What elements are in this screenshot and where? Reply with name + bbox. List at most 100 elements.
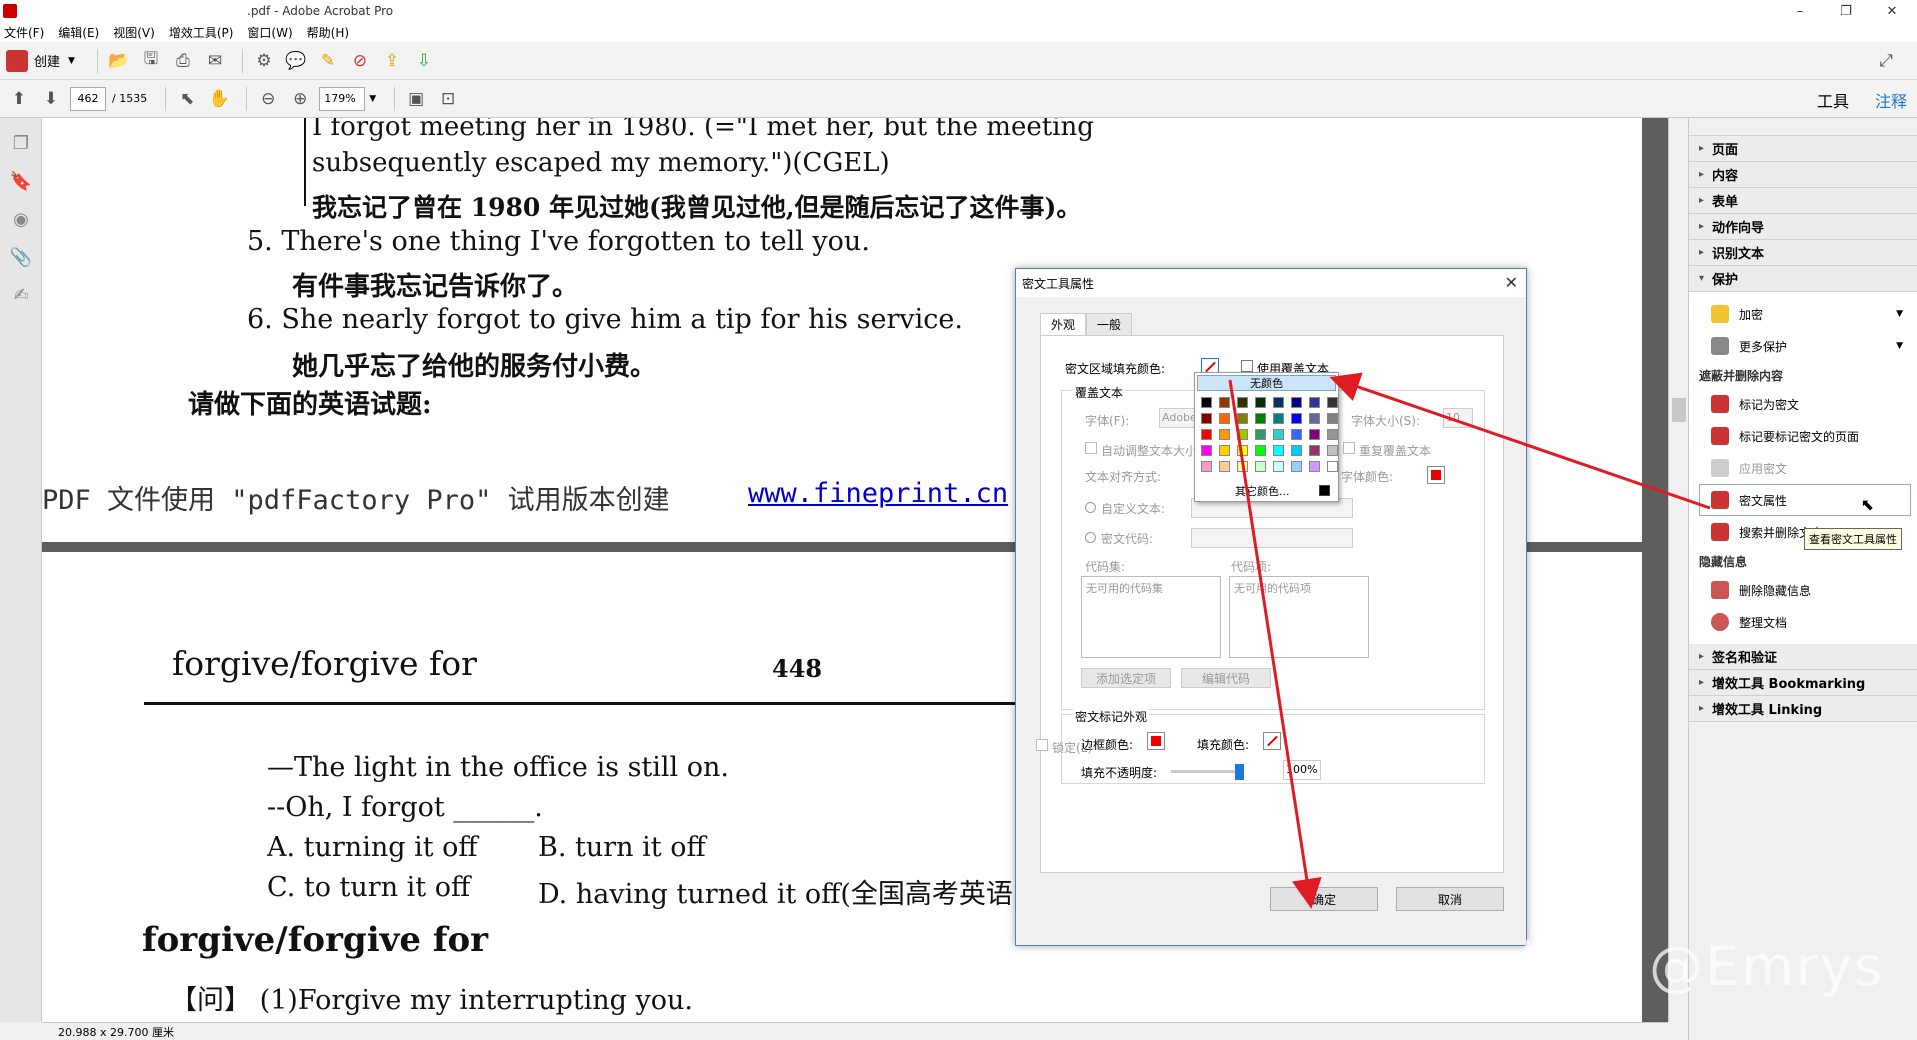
color-swatch[interactable] — [1291, 413, 1302, 424]
tab-comment[interactable]: 注释 — [1875, 88, 1907, 112]
tab-general[interactable]: 一般 — [1086, 313, 1133, 335]
mark-redaction-item[interactable]: 标记为密文 — [1689, 388, 1917, 420]
comment-icon[interactable]: 💬 — [283, 48, 309, 74]
opacity-slider[interactable] — [1171, 770, 1241, 773]
color-swatch[interactable] — [1273, 445, 1284, 456]
redaction-properties-item[interactable]: 密文属性 ⬉ — [1699, 484, 1911, 516]
color-swatch[interactable] — [1237, 397, 1248, 408]
color-swatch[interactable] — [1273, 461, 1284, 472]
font-color-swatch[interactable] — [1427, 466, 1445, 484]
layers-icon[interactable]: ◉ — [8, 206, 34, 232]
fill-color2-swatch[interactable] — [1263, 732, 1281, 750]
color-swatch[interactable] — [1309, 461, 1320, 472]
highlight-icon[interactable]: ✎ — [315, 48, 341, 74]
code-item-list[interactable]: 无可用的代码项 — [1229, 576, 1369, 658]
create-button[interactable]: 创建 ▼ — [6, 49, 75, 72]
color-swatch[interactable] — [1255, 397, 1266, 408]
menu-file[interactable]: 文件(F) — [4, 24, 44, 41]
lock-checkbox[interactable] — [1036, 739, 1048, 751]
add-selected-button[interactable]: 添加选定项 — [1081, 668, 1171, 688]
tab-tools[interactable]: 工具 — [1817, 88, 1849, 112]
edit-code-button[interactable]: 编辑代码 — [1181, 668, 1271, 688]
tab-appearance[interactable]: 外观 — [1040, 313, 1087, 335]
color-swatch[interactable] — [1237, 461, 1248, 472]
redact-doc-icon[interactable]: ⊘ — [347, 48, 373, 74]
menu-window[interactable]: 窗口(W) — [247, 24, 292, 41]
color-swatch[interactable] — [1219, 429, 1230, 440]
zoom-input[interactable]: 179% — [319, 86, 366, 111]
encrypt-item[interactable]: 加密 ▼ — [1689, 298, 1917, 330]
menu-view[interactable]: 视图(V) — [113, 24, 155, 41]
section-protect[interactable]: ▾ 保护 — [1689, 266, 1917, 292]
section-forms[interactable]: ▸ 表单 — [1689, 188, 1917, 214]
export-icon[interactable]: ⇪ — [379, 48, 405, 74]
ok-button[interactable]: 确定 — [1270, 887, 1378, 911]
color-swatch[interactable] — [1291, 429, 1302, 440]
color-swatch[interactable] — [1219, 461, 1230, 472]
menu-plugins[interactable]: 增效工具(P) — [169, 24, 234, 41]
page-number-input[interactable]: 462 — [70, 86, 106, 111]
color-swatch[interactable] — [1327, 429, 1338, 440]
more-protection-item[interactable]: 更多保护 ▼ — [1689, 330, 1917, 362]
color-swatch[interactable] — [1201, 429, 1212, 440]
fit-page-icon[interactable]: ▣ — [403, 86, 429, 112]
color-swatch[interactable] — [1201, 445, 1212, 456]
dialog-close-icon[interactable]: ✕ — [1505, 273, 1518, 292]
section-sign-verify[interactable]: ▸ 签名和验证 — [1689, 644, 1917, 670]
color-swatch[interactable] — [1291, 397, 1302, 408]
opacity-slider-thumb[interactable] — [1235, 764, 1244, 780]
color-swatch[interactable] — [1309, 429, 1320, 440]
sanitize-item[interactable]: 整理文档 — [1689, 606, 1917, 638]
close-button[interactable]: ✕ — [1869, 0, 1915, 22]
use-overlay-checkbox[interactable] — [1241, 360, 1253, 372]
menu-help[interactable]: 帮助(H) — [307, 24, 349, 41]
custom-text-radio[interactable] — [1085, 502, 1096, 513]
select-cursor-icon[interactable]: ⬉ — [174, 86, 200, 112]
vertical-scrollbar[interactable] — [1668, 118, 1688, 1022]
color-swatch[interactable] — [1201, 461, 1212, 472]
repeat-overlay-checkbox[interactable] — [1343, 442, 1355, 454]
color-swatch[interactable] — [1291, 445, 1302, 456]
section-pages[interactable]: ▸ 页面 — [1689, 136, 1917, 162]
email-icon[interactable]: ✉ — [202, 48, 228, 74]
minimize-button[interactable]: – — [1777, 0, 1823, 22]
open-folder-icon[interactable]: 📂 — [106, 48, 132, 74]
color-swatch[interactable] — [1255, 461, 1266, 472]
color-swatch[interactable] — [1327, 461, 1338, 472]
color-swatch[interactable] — [1309, 445, 1320, 456]
border-color-swatch[interactable] — [1147, 732, 1165, 750]
opacity-input[interactable]: 100% — [1283, 760, 1321, 780]
color-swatch[interactable] — [1327, 445, 1338, 456]
other-colors-option[interactable]: 其它颜色... — [1235, 483, 1290, 499]
mark-pages-item[interactable]: 标记要标记密文的页面 — [1689, 420, 1917, 452]
code-set-list[interactable]: 无可用的代码集 — [1081, 576, 1221, 658]
color-swatch[interactable] — [1255, 445, 1266, 456]
fit-width-icon[interactable]: ⊡ — [435, 86, 461, 112]
section-linking[interactable]: ▸ 增效工具 Linking — [1689, 696, 1917, 722]
expand-icon[interactable]: ⤢ — [1873, 48, 1899, 74]
color-swatch[interactable] — [1237, 413, 1248, 424]
apply-redaction-item[interactable]: 应用密文 — [1689, 452, 1917, 484]
share-icon[interactable]: ⇩ — [411, 48, 437, 74]
color-swatch[interactable] — [1273, 413, 1284, 424]
fineprint-link[interactable]: www.fineprint.cn — [748, 478, 1008, 509]
zoom-in-icon[interactable]: ⊕ — [287, 86, 313, 112]
settings-gear-icon[interactable]: ⚙ — [251, 48, 277, 74]
section-action-wizard[interactable]: ▸ 动作向导 — [1689, 214, 1917, 240]
redact-code-input[interactable] — [1191, 528, 1353, 548]
bookmark-icon[interactable]: 🔖 — [8, 168, 34, 194]
prev-page-icon[interactable]: ⬆ — [6, 86, 32, 112]
next-page-icon[interactable]: ⬇ — [38, 86, 64, 112]
color-swatch[interactable] — [1327, 397, 1338, 408]
color-swatch[interactable] — [1219, 445, 1230, 456]
color-swatch[interactable] — [1201, 413, 1212, 424]
cancel-button[interactable]: 取消 — [1396, 887, 1504, 911]
scrollbar-thumb[interactable] — [1672, 398, 1686, 422]
color-swatch[interactable] — [1201, 397, 1212, 408]
hand-tool-icon[interactable]: ✋ — [206, 86, 232, 112]
color-swatch[interactable] — [1255, 429, 1266, 440]
font-size-input[interactable]: 10 — [1443, 408, 1473, 428]
redact-code-radio[interactable] — [1085, 532, 1096, 543]
no-color-option[interactable]: 无颜色 — [1197, 375, 1336, 391]
color-swatch[interactable] — [1309, 397, 1320, 408]
